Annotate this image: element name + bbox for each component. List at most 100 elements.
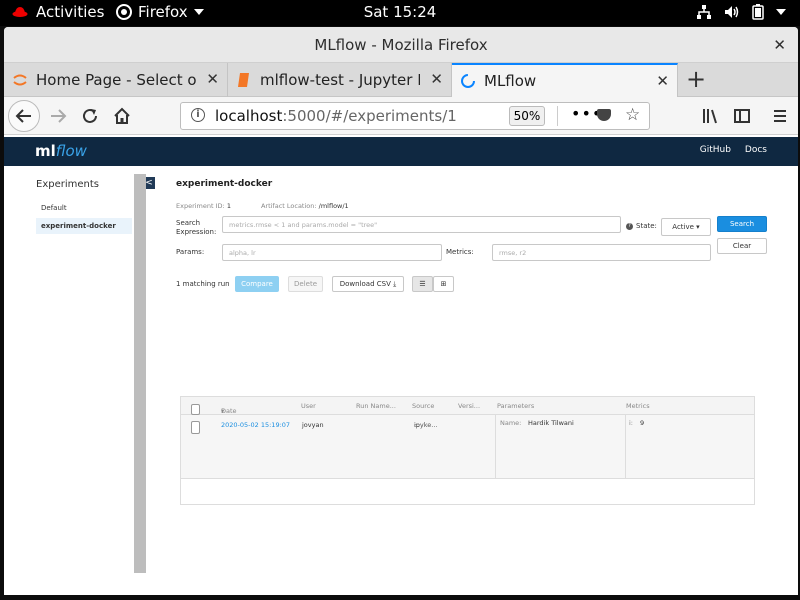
compare-button[interactable]: Compare (235, 276, 279, 292)
pocket-icon[interactable] (597, 109, 611, 121)
sidebar-item-experiment-docker[interactable]: experiment-docker (36, 218, 132, 234)
artifact-label: Artifact Location: (260, 202, 317, 210)
params-label: Params: (176, 248, 205, 256)
window-close-button[interactable]: ✕ (773, 27, 786, 63)
tab-strip: Home Page - Select or cr ✕ mlflow-test -… (4, 63, 798, 97)
activities-button[interactable]: Activities (12, 3, 104, 21)
tab-close-icon[interactable]: ✕ (430, 70, 443, 88)
back-button[interactable] (8, 100, 40, 132)
tab-close-icon[interactable]: ✕ (206, 70, 219, 88)
download-csv-button[interactable]: Download CSV ⤓ (332, 276, 404, 292)
table-header: Date ▾ User Run Name... Source Versi... … (181, 397, 754, 415)
gnome-top-bar: Activities Firefox Sat 15:24 (0, 0, 800, 26)
column-run-name[interactable]: Run Name... (356, 402, 396, 410)
tab-jupyter-notebook[interactable]: mlflow-test - Jupyter Not ✕ (228, 63, 452, 97)
reload-button[interactable] (76, 102, 104, 130)
sidebar-scrollbar[interactable] (134, 174, 146, 573)
row-checkbox[interactable] (191, 421, 200, 434)
column-version[interactable]: Versi... (458, 402, 480, 410)
tab-jupyter-home[interactable]: Home Page - Select or cr ✕ (4, 63, 228, 97)
home-icon (114, 107, 130, 124)
search-label-line2: Expression: (176, 228, 217, 236)
firefox-icon (116, 4, 132, 20)
loading-icon (461, 74, 475, 88)
reload-icon (83, 108, 97, 123)
notebook-icon (238, 73, 249, 87)
search-panel: Search Expression: metrics.rmse < 1 and p… (176, 216, 776, 276)
logo-flow: flow (55, 142, 87, 160)
navigation-toolbar: i localhost:5000/#/experiments/1 50% •••… (4, 97, 798, 135)
param-value: Hardik Tilwani (528, 419, 574, 427)
help-icon[interactable]: ? (626, 223, 633, 230)
artifact-location: Artifact Location: /mlflow/1 (261, 202, 349, 210)
experiment-title: experiment-docker (176, 179, 273, 189)
search-expression-input[interactable]: metrics.rmse < 1 and params.model = "tre… (222, 216, 621, 233)
column-user[interactable]: User (301, 402, 316, 410)
column-parameters: Parameters (497, 402, 535, 410)
volume-icon (725, 6, 739, 18)
chevron-down-icon (193, 9, 204, 15)
info-icon[interactable]: i (191, 108, 205, 122)
metrics-input[interactable]: rmse, r2 (492, 244, 711, 261)
url-text[interactable]: localhost:5000/#/experiments/1 (215, 107, 457, 125)
table-row[interactable]: 2020-05-02 15:19:07 jovyan ▭ ipyke... Nam… (181, 415, 754, 479)
arrow-left-icon (15, 109, 31, 123)
url-host: localhost (215, 107, 283, 125)
tab-mlflow[interactable]: MLflow ✕ (452, 63, 678, 97)
search-expression-label: Search Expression: (176, 219, 216, 237)
search-button[interactable]: Search (717, 216, 767, 232)
select-all-checkbox[interactable] (191, 404, 200, 415)
tab-label: Home Page - Select or cr (36, 71, 196, 89)
url-separator (557, 106, 558, 126)
mlflow-logo[interactable]: mlflow (35, 142, 87, 160)
sidebar-toggle-button[interactable] (728, 102, 756, 130)
experiment-id-value: 1 (226, 202, 231, 210)
app-menu[interactable]: Firefox (116, 3, 204, 21)
download-label: Download CSV (339, 280, 391, 288)
runs-table: Date ▾ User Run Name... Source Versi... … (180, 396, 755, 505)
redhat-icon (12, 7, 28, 17)
app-menu-label: Firefox (138, 3, 188, 21)
state-label: State: (636, 222, 657, 230)
run-source-label: ipyke... (414, 421, 438, 429)
sidebar-item-default[interactable]: Default (36, 200, 146, 216)
metric-key: i: (629, 419, 633, 427)
zoom-level-button[interactable]: 50% (509, 106, 545, 126)
library-button[interactable] (696, 102, 724, 130)
grid-view-button[interactable]: ⊞ (433, 276, 454, 292)
forward-button[interactable] (44, 102, 72, 130)
run-date-link[interactable]: 2020-05-02 15:19:07 (221, 421, 290, 429)
params-input[interactable]: alpha, lr (222, 244, 442, 261)
experiment-meta: Experiment ID: 1 Artifact Location: /mlf… (176, 202, 776, 210)
browser-window: MLflow - Mozilla Firefox ✕ Home Page - S… (4, 27, 798, 595)
menu-button[interactable] (766, 102, 794, 130)
experiment-id-label: Experiment ID: (176, 202, 225, 210)
state-select[interactable]: Active ▾ (661, 218, 711, 236)
docs-link[interactable]: Docs (745, 145, 767, 155)
metrics-label: Metrics: (446, 248, 474, 256)
list-view-button[interactable]: ☰ (412, 276, 433, 292)
column-source[interactable]: Source (412, 402, 434, 410)
sort-down-icon: ▾ (221, 407, 225, 415)
clock[interactable]: Sat 15:24 (364, 3, 437, 21)
new-tab-button[interactable]: + (678, 63, 714, 97)
window-titlebar: MLflow - Mozilla Firefox ✕ (4, 27, 798, 63)
github-link[interactable]: GitHub (700, 145, 731, 155)
home-button[interactable] (108, 102, 136, 130)
search-label-line1: Search (176, 219, 201, 227)
matching-runs-count: 1 matching run (176, 280, 230, 288)
column-divider (625, 415, 626, 479)
bookmark-star-icon[interactable]: ☆ (625, 105, 640, 125)
clear-button[interactable]: Clear (717, 238, 767, 254)
system-tray[interactable] (696, 4, 786, 20)
state-value: Active (672, 223, 694, 231)
url-bar[interactable]: i localhost:5000/#/experiments/1 50% •••… (180, 102, 650, 130)
tab-close-icon[interactable]: ✕ (656, 72, 669, 90)
window-title: MLflow - Mozilla Firefox (314, 36, 488, 54)
experiment-view: experiment-docker Experiment ID: 1 Artif… (176, 174, 776, 296)
grid-icon: ⊞ (440, 280, 447, 288)
delete-button[interactable]: Delete (288, 276, 323, 292)
param-name: Name: (500, 419, 522, 427)
runs-toolbar: 1 matching run Compare Delete Download C… (176, 276, 776, 296)
sidebar-icon (734, 109, 750, 123)
